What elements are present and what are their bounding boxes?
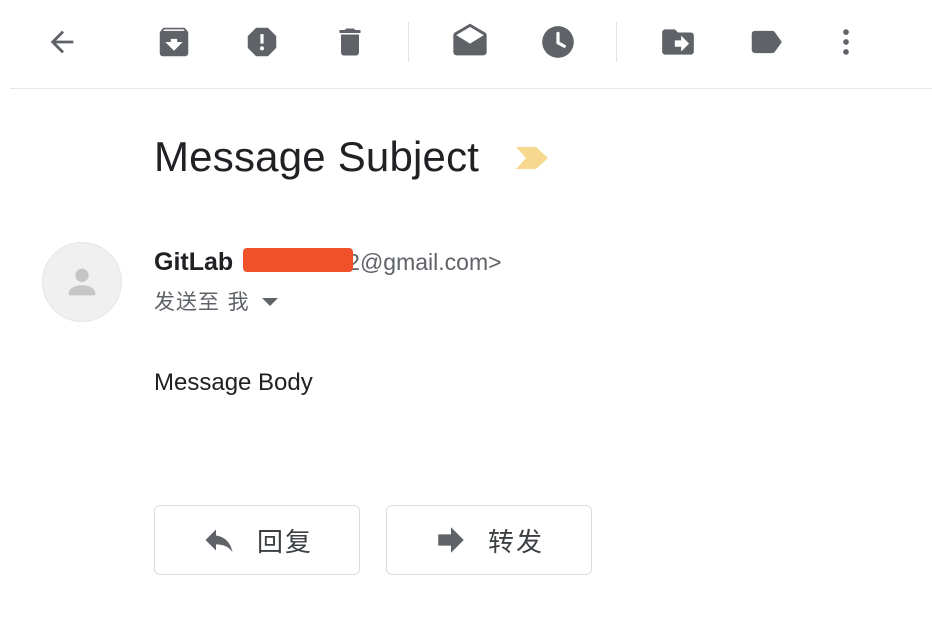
reply-icon bbox=[205, 529, 233, 552]
person-icon bbox=[68, 268, 96, 296]
archive-button[interactable] bbox=[150, 18, 198, 66]
report-spam-icon bbox=[247, 27, 277, 57]
toolbar-divider bbox=[616, 22, 617, 62]
forward-button[interactable]: 转发 bbox=[386, 505, 592, 575]
message-subject: Message Subject bbox=[154, 133, 480, 180]
toolbar-divider-line bbox=[10, 88, 932, 89]
more-vert-icon bbox=[843, 29, 849, 55]
move-to-button[interactable] bbox=[654, 18, 702, 66]
recipient-details-toggle[interactable]: 发送至 我 bbox=[154, 286, 278, 316]
mark-unread-button[interactable] bbox=[446, 18, 494, 66]
report-spam-button[interactable] bbox=[238, 18, 286, 66]
sender-name[interactable]: GitLab bbox=[154, 248, 233, 277]
snooze-button[interactable] bbox=[534, 18, 582, 66]
avatar bbox=[42, 242, 122, 322]
toolbar bbox=[0, 0, 932, 86]
trash-icon bbox=[339, 28, 361, 56]
redacted-email bbox=[243, 248, 354, 272]
more-options-button[interactable] bbox=[822, 18, 870, 66]
archive-icon bbox=[159, 27, 189, 57]
email-view: Message Subject GitLab 2@gmail.com> 发送至 … bbox=[0, 0, 932, 624]
sender-line: GitLab 2@gmail.com> bbox=[154, 246, 502, 278]
toolbar-divider bbox=[408, 22, 409, 62]
recipient-text: 发送至 我 bbox=[154, 290, 250, 314]
label-button[interactable] bbox=[742, 18, 790, 66]
arrow-back-icon bbox=[50, 30, 74, 54]
clock-icon bbox=[542, 26, 574, 58]
forward-icon bbox=[438, 527, 464, 553]
forward-label: 转发 bbox=[487, 527, 544, 558]
back-button[interactable] bbox=[38, 18, 86, 66]
mark-unread-icon bbox=[453, 23, 487, 56]
reply-label: 回复 bbox=[256, 527, 313, 558]
delete-button[interactable] bbox=[326, 18, 374, 66]
reply-button[interactable]: 回复 bbox=[154, 505, 360, 575]
message-body: Message Body bbox=[154, 369, 313, 396]
chevron-down-icon[interactable] bbox=[261, 298, 278, 306]
sender-email: 2@gmail.com> bbox=[347, 248, 502, 275]
label-icon bbox=[751, 30, 782, 54]
importance-marker-icon[interactable] bbox=[514, 145, 550, 171]
move-to-icon bbox=[662, 29, 694, 55]
